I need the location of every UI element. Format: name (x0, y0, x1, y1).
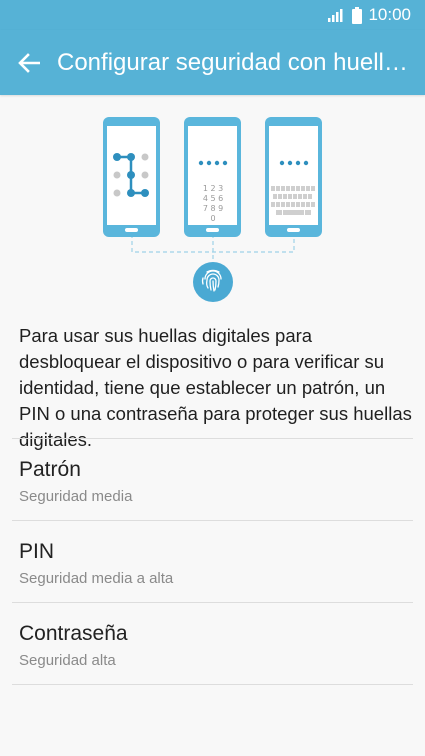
arrow-left-icon (18, 53, 40, 73)
password-phone-graphic (265, 117, 322, 237)
pin-digits-row-1: 1 2 3 (203, 184, 223, 193)
back-button[interactable] (10, 44, 48, 82)
pin-digits-row-2: 4 5 6 (203, 194, 223, 203)
security-options-list: Patrón Seguridad media PIN Seguridad med… (12, 438, 413, 685)
description-text: Para usar sus huellas digitales para des… (19, 325, 412, 450)
pattern-phone-graphic (103, 117, 160, 237)
pin-digits-row-4: 0 (210, 214, 215, 223)
option-subtitle: Seguridad alta (19, 652, 116, 669)
signal-icon (328, 9, 343, 22)
page-title: Configurar seguridad con huellas... (57, 49, 417, 76)
battery-icon (352, 6, 363, 24)
option-title: PIN (19, 540, 55, 563)
pin-phone-graphic: 1 2 3 4 5 6 7 8 9 0 (184, 117, 241, 237)
option-title: Patrón (19, 458, 81, 481)
status-time: 10:00 (368, 5, 411, 24)
fingerprint-icon (193, 262, 233, 302)
option-title: Contraseña (19, 622, 128, 645)
status-bar: 10:00 (0, 0, 425, 30)
option-pin[interactable]: PIN Seguridad media a alta (12, 520, 413, 602)
option-password[interactable]: Contraseña Seguridad alta (12, 602, 413, 685)
security-illustration: 1 2 3 4 5 6 7 8 9 0 (103, 117, 322, 302)
option-subtitle: Seguridad media (19, 488, 133, 505)
pin-digits-row-3: 7 8 9 (203, 204, 223, 213)
option-subtitle: Seguridad media a alta (19, 570, 174, 587)
status-icons: 10:00 (328, 5, 411, 25)
option-pattern[interactable]: Patrón Seguridad media (12, 438, 413, 520)
app-bar: Configurar seguridad con huellas... (0, 30, 425, 95)
